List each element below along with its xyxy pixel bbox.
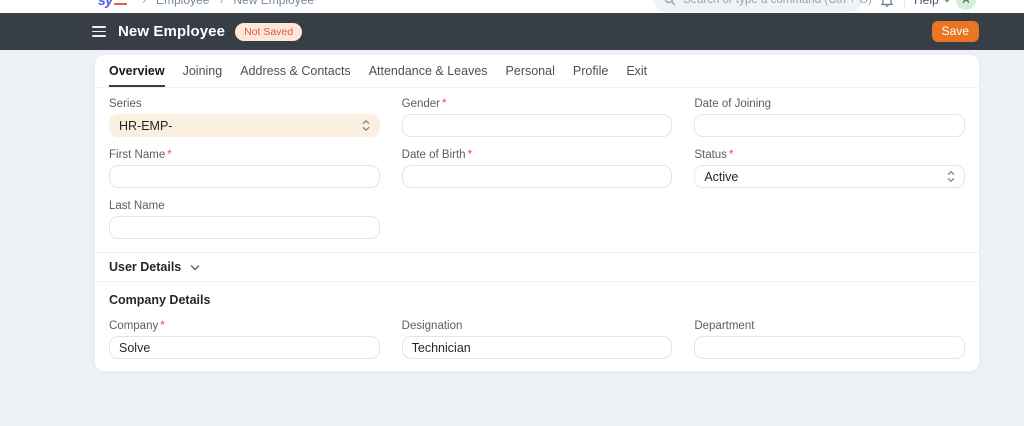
required-marker: * <box>728 149 734 161</box>
avatar-letter: A <box>956 0 976 10</box>
form-card: Overview Joining Address & Contacts Atte… <box>94 54 980 372</box>
field-label: Date of Joining <box>694 98 772 110</box>
last-name-input[interactable] <box>109 216 380 239</box>
status-select[interactable]: Active <box>694 165 965 188</box>
tab-address-contacts[interactable]: Address & Contacts <box>240 55 350 87</box>
overview-fields: Series HR-EMP- Gender* Date of Joining <box>95 88 979 252</box>
required-marker: * <box>160 320 165 332</box>
section-company-details: Company Details Company* Designation Dep… <box>95 282 979 371</box>
page-title: New Employee <box>118 23 226 40</box>
tab-personal[interactable]: Personal <box>506 55 555 87</box>
app-logo[interactable]: sy <box>98 0 127 13</box>
company-input[interactable] <box>109 336 380 359</box>
field-label: Status * <box>694 149 734 161</box>
field-company: Company * <box>109 320 380 359</box>
field-department: Department <box>694 320 965 359</box>
section-user-details[interactable]: User Details <box>95 252 979 282</box>
avatar[interactable]: A <box>956 0 976 13</box>
form-tabs: Overview Joining Address & Contacts Atte… <box>95 55 979 88</box>
save-button[interactable]: Save <box>931 21 979 42</box>
menu-icon[interactable] <box>92 26 106 37</box>
field-label: Date of Birth * <box>401 149 473 161</box>
tab-exit[interactable]: Exit <box>626 55 647 87</box>
field-designation: Designation <box>401 320 673 359</box>
breadcrumb-separator: › <box>219 0 224 7</box>
company-fields: Company* Designation Department <box>109 320 965 359</box>
global-search-input[interactable]: Search or type a command (Ctrl + G) <box>654 0 872 13</box>
field-label: Department <box>694 320 755 332</box>
gender-input[interactable] <box>401 114 673 137</box>
status-value: Active <box>704 169 739 184</box>
department-input[interactable] <box>694 336 965 359</box>
designation-input[interactable] <box>401 336 673 359</box>
search-icon <box>664 0 676 6</box>
app-logo-text: sy <box>98 0 127 8</box>
status-badge: Not Saved <box>235 22 303 41</box>
select-stepper-icon <box>362 119 370 132</box>
required-marker: * <box>167 149 172 161</box>
select-stepper-icon <box>947 170 955 183</box>
field-date-of-birth: Date of Birth * <box>401 149 673 188</box>
chevron-down-icon <box>190 264 200 271</box>
chevron-down-icon <box>943 0 951 3</box>
required-marker: * <box>467 149 473 161</box>
field-label: Gender * <box>401 98 447 110</box>
field-status: Status * Active <box>694 149 965 188</box>
breadcrumb-item-new-employee[interactable]: New Employee <box>233 0 314 7</box>
section-label: User Details <box>109 260 182 274</box>
date-of-joining-input[interactable] <box>694 114 965 137</box>
tab-overview[interactable]: Overview <box>109 55 165 87</box>
notifications-bell-icon[interactable] <box>880 0 894 13</box>
field-label: Last Name <box>109 200 165 212</box>
breadcrumb-bar: sy › Employee › New Employee Search or t… <box>0 0 1024 13</box>
breadcrumb-item-employee[interactable]: Employee <box>156 0 209 7</box>
section-heading: Company Details <box>109 293 211 307</box>
tab-attendance-leaves[interactable]: Attendance & Leaves <box>369 55 488 87</box>
page-body: Overview Joining Address & Contacts Atte… <box>0 54 1024 426</box>
series-value: HR-EMP- <box>119 118 173 133</box>
field-date-of-joining: Date of Joining <box>694 98 965 137</box>
field-label: Designation <box>401 320 463 332</box>
search-placeholder: Search or type a command (Ctrl + G) <box>683 0 872 6</box>
field-series: Series HR-EMP- <box>109 98 380 137</box>
help-menu[interactable]: Help <box>914 0 951 13</box>
field-last-name: Last Name <box>109 200 380 239</box>
first-name-input[interactable] <box>109 165 380 188</box>
tab-joining[interactable]: Joining <box>183 55 223 87</box>
field-first-name: First Name * <box>109 149 380 188</box>
field-label: Series <box>109 98 142 110</box>
breadcrumb: › Employee › New Employee <box>142 0 314 13</box>
series-select[interactable]: HR-EMP- <box>109 114 380 137</box>
page-navbar: New Employee Not Saved Save <box>0 13 1024 50</box>
field-label: First Name * <box>109 149 172 161</box>
tab-profile[interactable]: Profile <box>573 55 608 87</box>
field-gender: Gender * <box>401 98 673 137</box>
help-label: Help <box>914 0 939 7</box>
topbar-divider <box>904 0 905 13</box>
required-marker: * <box>442 98 447 110</box>
breadcrumb-separator: › <box>142 0 146 7</box>
date-of-birth-input[interactable] <box>401 165 673 188</box>
field-label: Company * <box>109 320 165 332</box>
